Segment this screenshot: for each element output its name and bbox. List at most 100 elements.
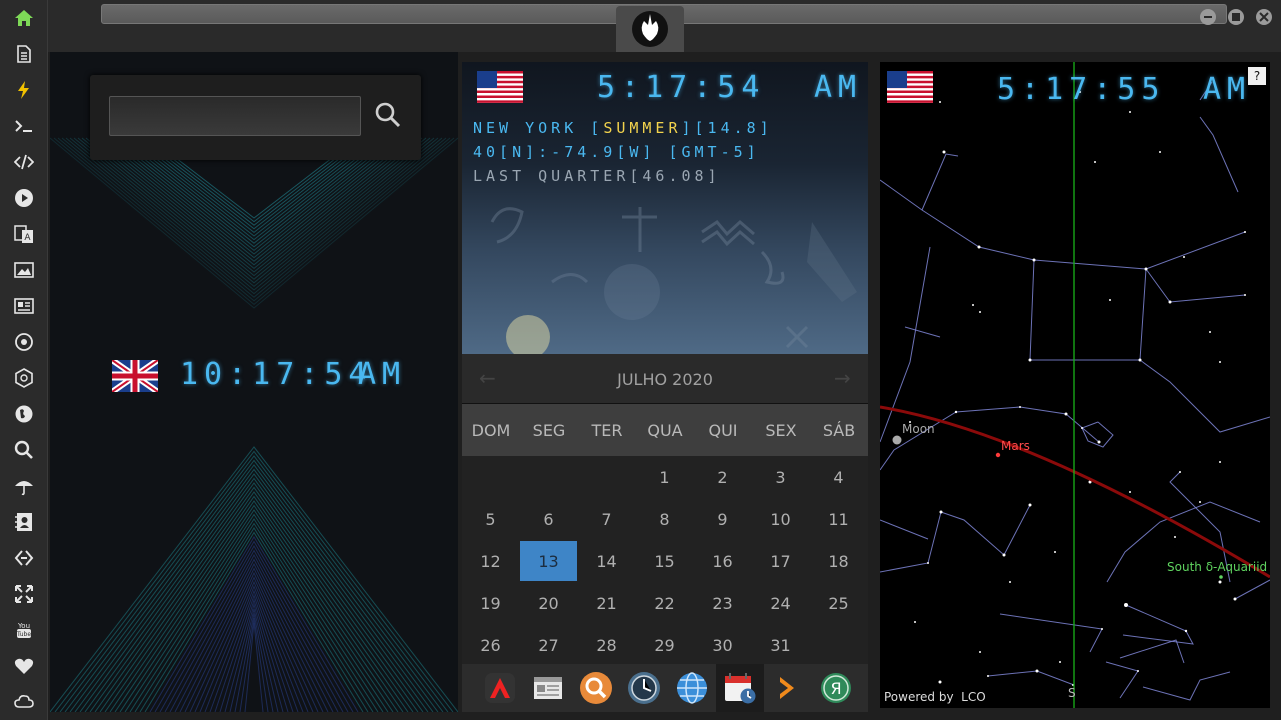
calendar-day[interactable]: 9 (694, 499, 751, 539)
sidebar-item-cloud[interactable] (0, 684, 48, 720)
sidebar-item-rebel[interactable] (0, 324, 48, 360)
calendar-day[interactable]: 10 (752, 499, 809, 539)
next-month-button[interactable]: → (834, 366, 851, 390)
weekday-label: TER (591, 420, 623, 440)
ny-ampm: AM (814, 70, 863, 105)
calendar-day[interactable]: 17 (752, 541, 809, 581)
sidebar-item-code[interactable] (0, 144, 48, 180)
sidebar-item-code-brackets[interactable] (0, 540, 48, 576)
search-input[interactable] (109, 96, 361, 136)
close-icon (1259, 12, 1269, 22)
sky-map[interactable] (880, 62, 1270, 708)
calendar-day[interactable]: 18 (810, 541, 867, 581)
dock-item-calendar[interactable] (716, 664, 764, 712)
fullscreen-icon (15, 585, 33, 603)
news-reader-icon (534, 677, 562, 699)
calendar-day[interactable]: 1 (636, 457, 693, 497)
uk-clock: 10:17:54 AM (112, 357, 412, 397)
calendar-day[interactable]: 2 (694, 457, 751, 497)
sidebar-item-search[interactable] (0, 432, 48, 468)
calendar-day[interactable]: 27 (520, 625, 577, 665)
dock-item-magnifier[interactable] (572, 664, 620, 712)
calendar-day[interactable]: 7 (578, 499, 635, 539)
mars-label: Mars (1001, 439, 1030, 453)
weekday-label: SEG (532, 420, 566, 440)
calendar-day[interactable]: 25 (810, 583, 867, 623)
sidebar-item-fullscreen[interactable] (0, 576, 48, 612)
calendar-day[interactable]: 30 (694, 625, 751, 665)
dock-item-browser[interactable] (668, 664, 716, 712)
dock-item-clock[interactable] (620, 664, 668, 712)
calendar-day[interactable]: 24 (752, 583, 809, 623)
ny-moon-phase: LAST QUARTER[46.08] (473, 167, 721, 185)
youtube-icon: YouTube (16, 622, 31, 638)
calendar-day[interactable]: 31 (752, 625, 809, 665)
powered-by-link[interactable]: Powered by LCO (884, 690, 986, 704)
calendar-day[interactable]: 16 (694, 541, 751, 581)
calendar-day[interactable]: 19 (462, 583, 519, 623)
sidebar-item-home[interactable] (0, 0, 48, 36)
maximize-button[interactable] (1228, 9, 1244, 25)
logo-tab[interactable] (616, 6, 684, 52)
calendar-day-today[interactable]: 13 (520, 541, 577, 581)
sidebar-item-translate[interactable]: A (0, 216, 48, 252)
heart-icon (14, 658, 34, 674)
code-icon (14, 154, 34, 170)
sidebar-item-image[interactable] (0, 252, 48, 288)
calendar-month-title: JULHO 2020 (617, 370, 713, 389)
dock-item-adobe[interactable] (476, 664, 524, 712)
dock-item-yandex[interactable]: Я (812, 664, 860, 712)
calendar-day[interactable]: 22 (636, 583, 693, 623)
sidebar-item-terminal[interactable] (0, 108, 48, 144)
svg-text:Tube: Tube (16, 631, 31, 638)
calendar-day[interactable]: 14 (578, 541, 635, 581)
calendar-day[interactable]: 4 (810, 457, 867, 497)
ny-coordinates: 40[N]:-74.9[W] [GMT-5] (473, 143, 760, 161)
calendar-day[interactable]: 23 (694, 583, 751, 623)
sidebar-item-lightning[interactable] (0, 72, 48, 108)
news-icon (14, 298, 34, 314)
dock-item-news[interactable] (524, 664, 572, 712)
sidebar-item-news[interactable] (0, 288, 48, 324)
calendar-day[interactable]: 26 (462, 625, 519, 665)
sidebar-item-heart[interactable] (0, 648, 48, 684)
calendar-day[interactable]: 6 (520, 499, 577, 539)
calendar-day[interactable]: 12 (462, 541, 519, 581)
sidebar-item-globe[interactable] (0, 396, 48, 432)
sidebar-item-empire[interactable] (0, 360, 48, 396)
sidebar-item-youtube[interactable]: You Tube (0, 612, 48, 648)
calendar-day[interactable]: 8 (636, 499, 693, 539)
calendar: ← JULHO 2020 → DOM SEG TER QUA QUI SEX S… (462, 354, 868, 664)
zodiac-background (490, 207, 857, 354)
moon-label: Moon (902, 422, 935, 436)
calendar-day[interactable]: 15 (636, 541, 693, 581)
globe-icon (15, 405, 33, 423)
weekday-label: SEX (765, 420, 797, 440)
sidebar-item-contacts[interactable] (0, 504, 48, 540)
dock-item-forward[interactable] (764, 664, 812, 712)
rebel-alliance-icon (15, 333, 33, 351)
calendar-header: ← JULHO 2020 → (462, 354, 868, 404)
minimize-button[interactable] (1200, 9, 1216, 25)
ny-location-line: NEW YORK [SUMMER][14.8] (473, 119, 773, 137)
uk-ampm: AM (358, 357, 407, 392)
sidebar-item-document[interactable] (0, 36, 48, 72)
search-button[interactable] (370, 97, 406, 133)
search-box (90, 75, 421, 160)
translate-icon: A (14, 225, 33, 243)
calendar-day[interactable]: 20 (520, 583, 577, 623)
calendar-day[interactable]: 3 (752, 457, 809, 497)
meteor-shower-label: South δ-Aquariid (1167, 560, 1268, 574)
close-button[interactable] (1256, 9, 1272, 25)
weekday-label: QUA (647, 420, 683, 440)
sidebar-item-play[interactable] (0, 180, 48, 216)
sidebar-item-umbrella[interactable] (0, 468, 48, 504)
help-button[interactable]: ? (1248, 67, 1266, 85)
search-icon (14, 440, 33, 459)
calendar-day[interactable]: 11 (810, 499, 867, 539)
ny-header: 5:17:54 AM NEW YORK [SUMMER][14.8] 40[N]… (462, 62, 868, 354)
calendar-day[interactable]: 5 (462, 499, 519, 539)
calendar-day[interactable]: 21 (578, 583, 635, 623)
calendar-day[interactable]: 28 (578, 625, 635, 665)
calendar-day[interactable]: 29 (636, 625, 693, 665)
